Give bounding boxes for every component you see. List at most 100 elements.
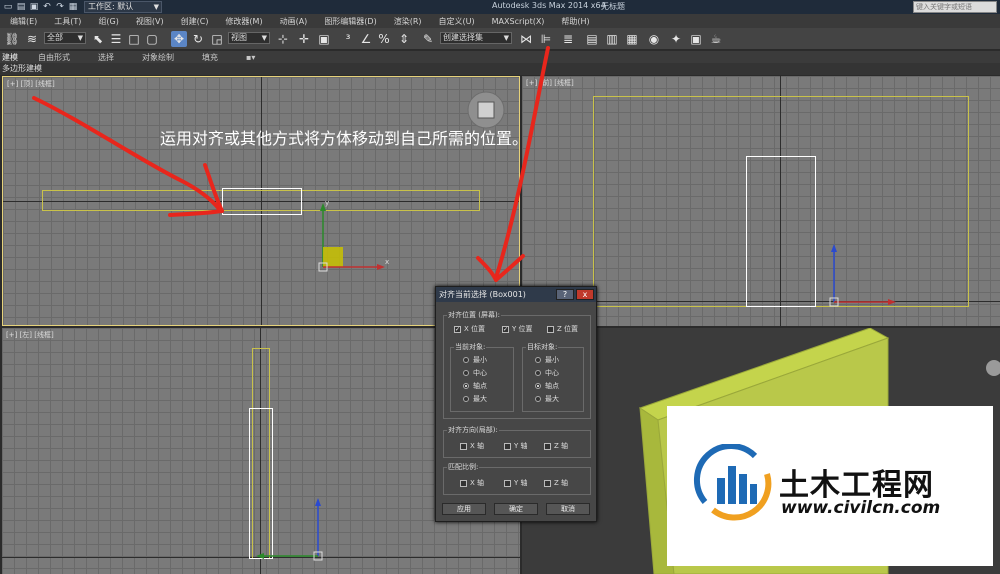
new-file-icon[interactable]: ▭ [3,2,13,12]
named-selection-value: 创建选择集 [443,33,483,42]
ok-button[interactable]: 确定 [494,503,538,515]
ribbon-tabs: 建模 自由形式 选择 对象绘制 填充 ▪▾ [0,51,1000,63]
save-icon[interactable]: ▣ [29,2,39,12]
select-manipulate-icon[interactable]: ✛ [296,31,312,47]
select-by-name-icon[interactable]: ☰ [108,31,124,47]
render-production-icon[interactable]: ☕ [708,31,724,47]
menu-create[interactable]: 创建(C) [181,16,209,27]
selection-filter-value: 全部 [47,33,63,42]
align-icon[interactable]: ⊫ [538,31,554,47]
rect-region-icon[interactable]: □ [126,31,142,47]
keyboard-shortcut-icon[interactable]: ▣ [316,31,332,47]
apply-button[interactable]: 应用 [442,503,486,515]
current-pivot-radio[interactable]: 轴点 [463,381,487,391]
scale-y-checkbox[interactable]: Y 轴 [504,478,528,488]
menu-group[interactable]: 组(G) [98,16,118,27]
mirror-icon[interactable]: ⋈ [518,31,534,47]
dialog-titlebar[interactable]: 对齐当前选择 (Box001) ? x [436,287,596,302]
scale-x-checkbox[interactable]: X 轴 [460,478,484,488]
search-input[interactable]: 键入关键字或短语 [913,1,997,13]
box-object-outline[interactable] [746,156,816,307]
menu-rendering[interactable]: 渲染(R) [394,16,422,27]
viewport-label-left[interactable]: [+] [左] [线框] [6,330,54,340]
tab-freeform[interactable]: 自由形式 [38,52,70,63]
chevron-down-icon: ▼ [261,34,267,42]
open-file-icon[interactable]: ▤ [16,2,26,12]
move-icon[interactable]: ✥ [171,31,187,47]
watermark-logo-icon [693,444,772,521]
curve-editor-icon[interactable]: ▥ [604,31,620,47]
transform-gizmo-front[interactable] [826,240,906,310]
menu-customize[interactable]: 自定义(U) [439,16,475,27]
current-min-radio[interactable]: 最小 [463,355,487,365]
transform-gizmo-left[interactable] [252,494,332,564]
bind-spacewarp-icon[interactable]: ≋ [24,31,40,47]
link-icon[interactable]: ⛓ [4,31,20,47]
percent-snap-icon[interactable]: % [376,31,392,47]
menu-tools[interactable]: 工具(T) [54,16,81,27]
layer-manager-icon[interactable]: ≣ [560,31,576,47]
target-min-radio[interactable]: 最小 [535,355,559,365]
reference-coord-select[interactable]: 视图 ▼ [228,32,270,44]
named-selection-select[interactable]: 创建选择集 ▼ [440,32,512,44]
orient-y-checkbox[interactable]: Y 轴 [504,441,528,451]
tab-selection[interactable]: 选择 [98,52,114,63]
target-center-radio[interactable]: 中心 [535,368,559,378]
z-position-checkbox[interactable]: Z 位置 [547,324,578,334]
check-icon: ✓ [454,325,461,333]
rotate-icon[interactable]: ↻ [190,31,206,47]
x-position-checkbox[interactable]: ✓ X 位置 [454,324,485,334]
menu-modifiers[interactable]: 修改器(M) [225,16,262,27]
menu-help[interactable]: 帮助(H) [561,16,589,27]
orient-z-checkbox[interactable]: Z 轴 [544,441,568,451]
pivot-center-icon[interactable]: ⊹ [275,31,291,47]
target-object-group: 目标对象: 最小 中心 轴点 最大 [522,342,584,412]
help-button[interactable]: ? [556,289,574,300]
close-button[interactable]: x [576,289,594,300]
undo-icon[interactable]: ↶ [42,2,52,12]
workspace-select[interactable]: 工作区: 默认 ▼ [84,1,162,13]
target-max-radio[interactable]: 最大 [535,394,559,404]
edit-named-selection-icon[interactable]: ✎ [420,31,436,47]
scale-z-checkbox[interactable]: Z 轴 [544,478,568,488]
ribbon-options-icon[interactable]: ▪▾ [246,53,255,62]
redo-icon[interactable]: ↷ [55,2,65,12]
snap-toggle-icon[interactable]: ³ [340,31,356,47]
app-title: Autodesk 3ds Max 2014 x64 [492,1,606,10]
menu-edit[interactable]: 编辑(E) [10,16,37,27]
selected-box-outline[interactable] [222,188,302,215]
menu-views[interactable]: 视图(V) [136,16,164,27]
viewport-label-top[interactable]: [+] [顶] [线框] [7,79,55,89]
spinner-snap-icon[interactable]: ⇕ [396,31,412,47]
material-editor-icon[interactable]: ◉ [646,31,662,47]
scale-icon[interactable]: ◲ [209,31,225,47]
viewport-label-front[interactable]: [+] [前] [线框] [526,78,574,88]
watermark-panel: 土木工程网 www.civilcn.com [667,406,993,566]
render-setup-icon[interactable]: ✦ [668,31,684,47]
selection-filter-select[interactable]: 全部 ▼ [44,32,86,44]
transform-gizmo-top[interactable]: y x [315,197,395,277]
current-max-radio[interactable]: 最大 [463,394,487,404]
angle-snap-icon[interactable]: ∠ [358,31,374,47]
tab-object-paint[interactable]: 对象绘制 [142,52,174,63]
cancel-button[interactable]: 取消 [546,503,590,515]
menu-graph-editors[interactable]: 图形编辑器(D) [324,16,376,27]
orient-x-checkbox[interactable]: X 轴 [460,441,484,451]
window-crossing-icon[interactable]: ▢ [144,31,160,47]
y-position-checkbox[interactable]: ✓ Y 位置 [502,324,533,334]
title-bar: ▭ ▤ ▣ ↶ ↷ ▦ 工作区: 默认 ▼ Autodesk 3ds Max 2… [0,0,1000,14]
schematic-view-icon[interactable]: ▦ [624,31,640,47]
rendered-frame-icon[interactable]: ▣ [688,31,704,47]
match-scale-group: 匹配比例: X 轴 Y 轴 Z 轴 [443,462,591,495]
select-object-icon[interactable]: ⬉ [90,31,106,47]
align-position-title: 对齐位置 (屏幕): [447,310,502,320]
graphite-toggle-icon[interactable]: ▤ [584,31,600,47]
current-object-title: 当前对象: [454,342,487,352]
current-center-radio[interactable]: 中心 [463,368,487,378]
menu-maxscript[interactable]: MAXScript(X) [492,17,545,26]
tab-populate[interactable]: 填充 [202,52,218,63]
tab-modeling[interactable]: 建模 [2,52,18,63]
target-pivot-radio[interactable]: 轴点 [535,381,559,391]
menu-animation[interactable]: 动画(A) [280,16,308,27]
project-icon[interactable]: ▦ [68,2,78,12]
